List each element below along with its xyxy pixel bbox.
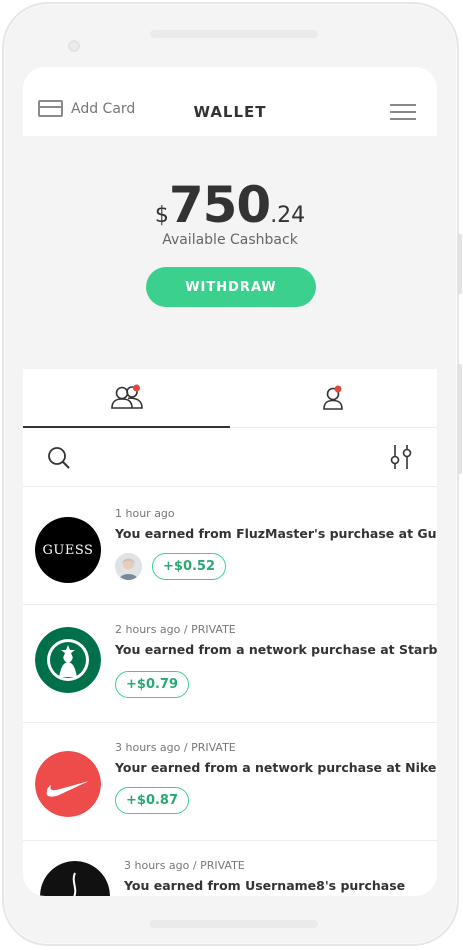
item-time: 3 hours ago / PRIVATE: [124, 859, 245, 872]
notification-dot: [132, 384, 140, 391]
person-icon: [322, 385, 343, 410]
item-time: 2 hours ago / PRIVATE: [115, 623, 236, 636]
dark-logo: [40, 861, 110, 896]
starbucks-logo: [35, 627, 101, 693]
item-message: Your earned from a network purchase at N…: [115, 760, 437, 775]
bottom-speaker: [150, 920, 318, 928]
activity-feed: GUESS 1 hour ago You earned from FluzMas…: [23, 487, 437, 896]
notification-dot: [334, 385, 341, 392]
tab-bar: [23, 369, 437, 428]
filter-sliders-icon[interactable]: [389, 444, 413, 470]
item-message: You earned from Username8's purchase: [124, 878, 406, 893]
page-title: WALLET: [193, 103, 267, 121]
list-item[interactable]: 2 hours ago / PRIVATE You earned from a …: [23, 605, 437, 723]
hamburger-menu-icon[interactable]: [390, 104, 416, 120]
item-message: You earned from a network purchase at St…: [115, 642, 437, 657]
group-icon: [110, 384, 143, 409]
cashback-amount-badge: +$0.52: [152, 553, 227, 580]
nike-logo: [35, 751, 101, 817]
list-item[interactable]: 3 hours ago / PRIVATE Your earned from a…: [23, 723, 437, 841]
withdraw-button[interactable]: WITHDRAW: [146, 267, 316, 307]
side-button: [458, 364, 462, 474]
cashback-label: Available Cashback: [162, 232, 298, 248]
front-camera: [68, 40, 80, 52]
list-item[interactable]: GUESS 1 hour ago You earned from FluzMas…: [23, 487, 437, 605]
app-header: Add Card WALLET: [23, 67, 437, 136]
cashback-amount: $750.24: [23, 176, 437, 234]
tab-network[interactable]: [23, 369, 230, 428]
cashback-amount-badge: +$0.87: [115, 787, 190, 814]
tab-personal[interactable]: [230, 369, 437, 428]
balance-panel: $750.24 Available Cashback WITHDRAW: [23, 136, 437, 369]
cashback-amount-badge: +$0.79: [115, 671, 190, 698]
earpiece: [150, 30, 318, 38]
amount-whole: 750: [168, 176, 271, 234]
side-button: [458, 234, 462, 294]
amount-cents: .24: [270, 203, 306, 228]
list-item[interactable]: 3 hours ago / PRIVATE You earned from Us…: [23, 841, 437, 896]
item-time: 1 hour ago: [115, 507, 175, 520]
guess-logo: GUESS: [35, 517, 101, 583]
item-message: You earned from FluzMaster's purchase at…: [115, 526, 437, 541]
search-icon[interactable]: [47, 446, 71, 470]
feed-toolbar: [23, 428, 437, 487]
currency-symbol: $: [154, 203, 169, 228]
avatar: [115, 553, 142, 580]
item-time: 3 hours ago / PRIVATE: [115, 741, 236, 754]
app-screen: Add Card WALLET $750.24 Available Cashba…: [23, 67, 437, 896]
